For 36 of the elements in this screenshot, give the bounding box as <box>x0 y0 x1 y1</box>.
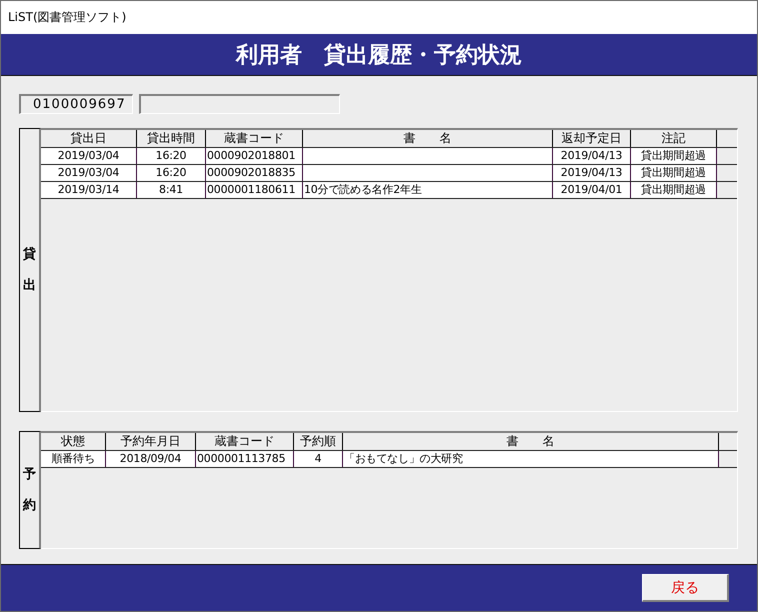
table-cell: 4 <box>294 451 343 467</box>
table-cell: 2018/09/04 <box>106 451 196 467</box>
column-header: 返却予定日 <box>553 130 631 147</box>
section-label: 貸出 <box>19 128 41 412</box>
table-cell: 0000902018801 <box>206 148 303 164</box>
column-header: 書 名 <box>303 130 553 147</box>
section-label: 予約 <box>19 431 41 549</box>
back-button[interactable]: 戻る <box>642 574 729 602</box>
table-cell: 2019/04/13 <box>553 148 631 164</box>
table-cell: 貸出期間超過 <box>631 182 717 198</box>
table-cell: 「おもてなし」の大研究 <box>343 451 719 467</box>
column-header: 貸出日 <box>41 130 137 147</box>
table-cell: 貸出期間超過 <box>631 148 717 164</box>
table-cell: 8:41 <box>137 182 206 198</box>
table-cell: 16:20 <box>137 165 206 181</box>
table-cell: 10分で読める名作2年生 <box>303 182 553 198</box>
table-cell: 2019/03/04 <box>41 165 137 181</box>
table-cell: 2019/04/01 <box>553 182 631 198</box>
table-cell: 0000001113785 <box>196 451 294 467</box>
column-header: 貸出時間 <box>137 130 206 147</box>
window-title: LiST(図書管理ソフト) <box>8 9 126 26</box>
table-cell: 貸出期間超過 <box>631 165 717 181</box>
table-cell: 0000001180611 <box>206 182 303 198</box>
column-header: 蔵書コード <box>196 433 294 450</box>
table-cell: 2019/04/13 <box>553 165 631 181</box>
column-header: 予約順 <box>294 433 343 450</box>
column-header: 状態 <box>41 433 106 450</box>
table-cell: 順番待ち <box>41 451 106 467</box>
column-header: 予約年月日 <box>106 433 196 450</box>
table-cell: 2019/03/14 <box>41 182 137 198</box>
page-title: 利用者 貸出履歴・予約状況 <box>236 40 522 70</box>
table-cell: 0000902018835 <box>206 165 303 181</box>
table-cell: 16:20 <box>137 148 206 164</box>
user-id-field: 0100009697 <box>19 94 133 114</box>
column-header: 蔵書コード <box>206 130 303 147</box>
table-cell: 2019/03/04 <box>41 148 137 164</box>
